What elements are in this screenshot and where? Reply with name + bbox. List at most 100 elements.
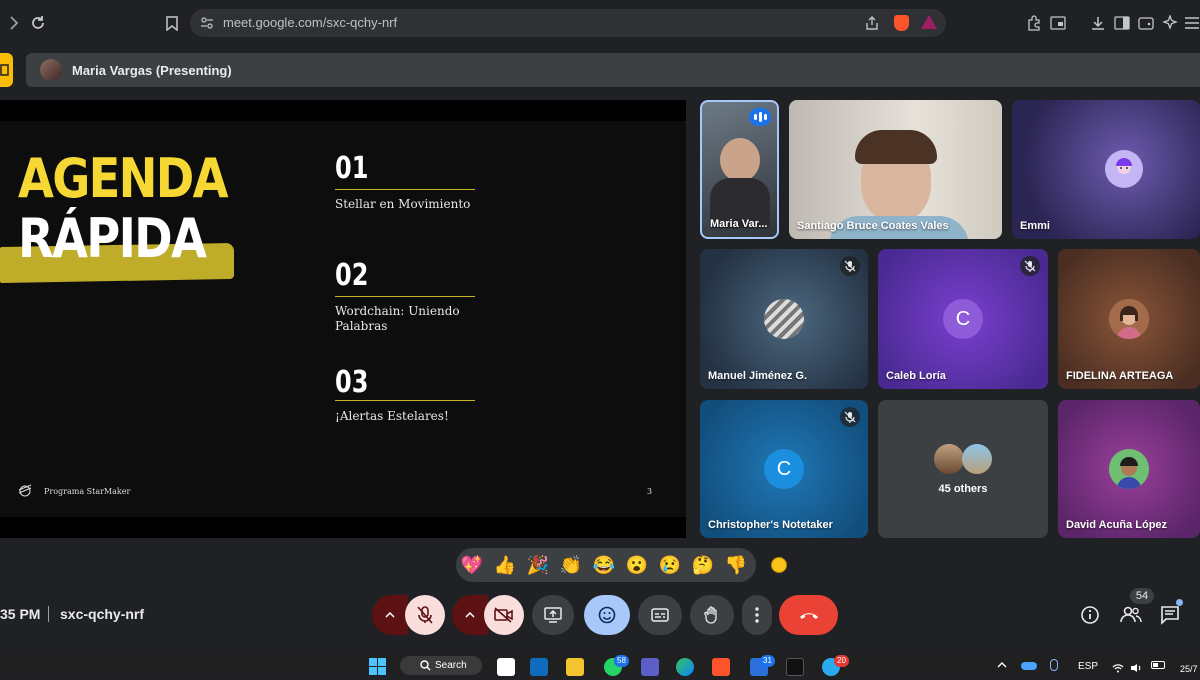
- avatar: [40, 59, 62, 81]
- avatar: [764, 299, 804, 339]
- participant-tile-emmi[interactable]: Emmi: [1012, 100, 1200, 239]
- participant-tile-christopher[interactable]: C Christopher's Notetaker: [700, 400, 868, 538]
- reactions-bar: 💖 👍 🎉 👏 😂 😮 😢 🤔 👎: [456, 548, 756, 582]
- battery-icon[interactable]: [1151, 661, 1165, 669]
- reload-icon[interactable]: [26, 11, 50, 35]
- avatar: [1109, 299, 1149, 339]
- windows-start-icon[interactable]: [369, 658, 387, 675]
- reaction-clap-button[interactable]: 👏: [559, 553, 583, 577]
- meeting-code: sxc-qchy-nrf: [60, 606, 145, 622]
- language-indicator[interactable]: ESP: [1078, 661, 1098, 672]
- extensions-icon[interactable]: [1022, 11, 1046, 35]
- leo-ai-icon[interactable]: [1158, 11, 1182, 35]
- share-icon[interactable]: [864, 15, 880, 36]
- wallet-icon[interactable]: [1134, 11, 1158, 35]
- picture-in-picture-icon[interactable]: [1046, 11, 1070, 35]
- unread-dot: [1176, 599, 1183, 606]
- edge-icon[interactable]: [676, 658, 694, 676]
- participant-tile-maria[interactable]: Maria Var...: [700, 100, 779, 239]
- captions-icon: [651, 608, 669, 622]
- bookmark-icon[interactable]: [160, 11, 184, 35]
- brave-icon[interactable]: [712, 658, 730, 676]
- meeting-details-button[interactable]: [1080, 605, 1102, 627]
- site-settings-icon[interactable]: [200, 16, 214, 35]
- chat-button[interactable]: [1160, 599, 1183, 627]
- emoji-icon: [598, 606, 616, 624]
- notion-icon[interactable]: [497, 658, 515, 676]
- reaction-laugh-button[interactable]: 😂: [592, 553, 616, 577]
- mic-off-icon: [840, 407, 860, 427]
- reaction-thinking-button[interactable]: 🤔: [691, 553, 715, 577]
- taskbar-date[interactable]: 25/7: [1180, 664, 1198, 674]
- participant-name: Santiago Bruce Coates Vales: [797, 220, 949, 232]
- slide-footer: Programa StarMaker: [44, 487, 131, 496]
- file-explorer-icon[interactable]: [566, 658, 584, 676]
- audio-app-icon[interactable]: [786, 658, 804, 676]
- participant-tile-manuel[interactable]: Manuel Jiménez G.: [700, 249, 868, 389]
- chevron-up-icon: [465, 612, 475, 618]
- reaction-sad-button[interactable]: 😢: [658, 553, 682, 577]
- microphone-toggle-button[interactable]: [405, 595, 445, 635]
- avatar: [934, 444, 964, 474]
- volume-icon[interactable]: [1130, 660, 1142, 678]
- tray-chevron-icon[interactable]: [997, 660, 1007, 671]
- people-icon: [1120, 606, 1142, 623]
- avatar: [1104, 149, 1143, 188]
- telegram-badge: 20: [834, 655, 849, 667]
- agenda-number: 03: [335, 365, 369, 400]
- audio-options-button[interactable]: [372, 595, 408, 635]
- participant-tile-david[interactable]: David Acuña López: [1058, 400, 1200, 538]
- participant-tile-others[interactable]: 45 others: [878, 400, 1048, 538]
- forward-icon[interactable]: [2, 11, 26, 35]
- slide-title-line1: AGENDA: [18, 147, 229, 210]
- present-icon: [544, 607, 562, 623]
- speaking-indicator-icon: [749, 108, 771, 126]
- slide-page-number: 3: [647, 487, 653, 496]
- video-person: [720, 138, 760, 182]
- leave-call-button[interactable]: [779, 595, 838, 635]
- participant-name: Manuel Jiménez G.: [708, 370, 808, 382]
- camera-toggle-button[interactable]: [484, 595, 524, 635]
- agenda-item: Stellar en Movimiento: [335, 197, 471, 211]
- mic-off-icon: [417, 606, 433, 624]
- divider: [335, 296, 475, 297]
- sidebar-icon[interactable]: [1110, 11, 1134, 35]
- present-screen-button[interactable]: [532, 595, 574, 635]
- brave-rewards-icon[interactable]: [921, 15, 937, 29]
- skin-tone-selector[interactable]: [771, 557, 787, 573]
- wifi-icon[interactable]: [1112, 660, 1124, 678]
- reaction-heart-button[interactable]: 💖: [460, 553, 484, 577]
- reaction-party-button[interactable]: 🎉: [526, 553, 550, 577]
- agenda-item: ¡Alertas Estelares!: [335, 409, 449, 423]
- presenter-label: Maria Vargas (Presenting): [72, 63, 232, 78]
- menu-icon[interactable]: [1180, 11, 1200, 35]
- reaction-surprised-button[interactable]: 😮: [625, 553, 649, 577]
- teams-icon[interactable]: [641, 658, 659, 676]
- brave-shield-icon[interactable]: [894, 15, 909, 31]
- participant-name: Maria Var...: [710, 218, 768, 230]
- captions-button[interactable]: [638, 595, 682, 635]
- onedrive-icon[interactable]: [1021, 662, 1037, 670]
- video-hair: [855, 130, 937, 164]
- avatar: C: [764, 449, 804, 489]
- shared-screen: AGENDA RÁPIDA 01 Stellar en Movimiento 0…: [0, 100, 686, 538]
- people-button[interactable]: [1120, 605, 1142, 627]
- reaction-thumbs-up-button[interactable]: 👍: [493, 553, 517, 577]
- participant-tile-caleb[interactable]: C Caleb Loría: [878, 249, 1048, 389]
- microphone-tray-icon[interactable]: [1050, 659, 1058, 671]
- taskbar-search[interactable]: Search: [400, 656, 482, 675]
- presentation-indicator[interactable]: [0, 53, 13, 87]
- hang-up-icon: [799, 613, 818, 619]
- download-icon[interactable]: [1086, 11, 1110, 35]
- outlook-icon[interactable]: [530, 658, 548, 676]
- reaction-thumbs-down-button[interactable]: 👎: [724, 553, 748, 577]
- whatsapp-badge: 58: [614, 655, 629, 667]
- participant-tile-santiago[interactable]: Santiago Bruce Coates Vales: [789, 100, 1002, 239]
- raise-hand-button[interactable]: [690, 595, 734, 635]
- more-options-button[interactable]: [742, 595, 772, 635]
- divider: [48, 606, 49, 622]
- reactions-button[interactable]: [584, 595, 630, 635]
- participant-tile-fidelina[interactable]: FIDELINA ARTEAGA: [1058, 249, 1200, 389]
- address-bar[interactable]: meet.google.com/sxc-qchy-nrf: [190, 9, 946, 37]
- video-options-button[interactable]: [452, 595, 488, 635]
